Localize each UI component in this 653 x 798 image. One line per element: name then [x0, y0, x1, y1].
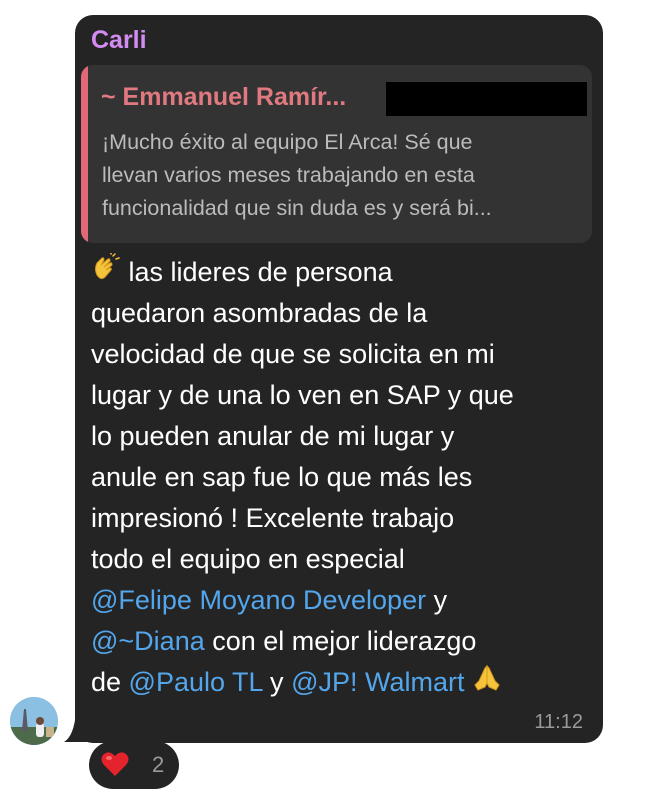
mention-link[interactable]: @Felipe Moyano Developer [91, 585, 426, 615]
message-bubble[interactable]: Carli ~ Emmanuel Ramír... ¡Mucho éxito a… [75, 15, 603, 743]
quote-line: ¡Mucho éxito al equipo El Arca! Sé que [102, 130, 473, 154]
message-line: @Felipe Moyano Developer y [91, 580, 596, 621]
quote-line: llevan varios meses trabajando en esta [102, 163, 475, 187]
message-line: todo el equipo en especial [91, 544, 405, 574]
message-line: velocidad de que se solicita en mi [91, 339, 495, 369]
message-line-text: y [262, 667, 292, 697]
message-time: 11:12 [534, 711, 583, 733]
avatar-photo-icon [10, 697, 58, 745]
heart-icon [101, 752, 129, 776]
mention-link[interactable]: @Paulo TL [129, 667, 263, 697]
message-line: las lideres de persona [91, 252, 596, 293]
reaction-pill[interactable]: 2 [89, 741, 179, 789]
message-line: impresionó ! Excelente trabajo [91, 503, 455, 533]
folded-hands-icon [474, 664, 500, 691]
message-line-text: con el mejor liderazgo [204, 626, 477, 656]
mention-link[interactable]: @~Diana [91, 626, 205, 656]
message-text: las lideres de persona quedaron asombrad… [91, 252, 596, 703]
message-line: de @Paulo TL y @JP! Walmart [91, 662, 596, 703]
message-line: @~Diana con el mejor liderazgo [91, 621, 596, 662]
mention-link[interactable]: @JP! Walmart [291, 667, 464, 697]
message-line: lo pueden anular de mi lugar y [91, 421, 455, 451]
message-line: lugar y de una lo ven en SAP y que [91, 380, 514, 410]
reaction-count: 2 [152, 752, 165, 777]
quote-line: funcionalidad que sin duda es y será bi.… [102, 196, 492, 220]
sender-avatar[interactable] [10, 697, 58, 745]
reply-quote[interactable]: ~ Emmanuel Ramír... ¡Mucho éxito al equi… [81, 65, 592, 243]
message-line-text: y [426, 585, 448, 615]
redaction-block [386, 82, 587, 116]
message-line: quedaron asombradas de la [91, 298, 428, 328]
message-line-text: de [91, 667, 129, 697]
message-line-text: las lideres de persona [128, 257, 393, 287]
message-line: anule en sap fue lo que más les [91, 462, 473, 492]
quote-author: ~ Emmanuel Ramír... [101, 83, 347, 111]
sender-name[interactable]: Carli [91, 26, 147, 55]
quote-accent-bar [81, 65, 88, 243]
clapping-hands-icon [95, 253, 120, 280]
quote-text: ¡Mucho éxito al equipo El Arca! Sé que l… [102, 126, 572, 225]
